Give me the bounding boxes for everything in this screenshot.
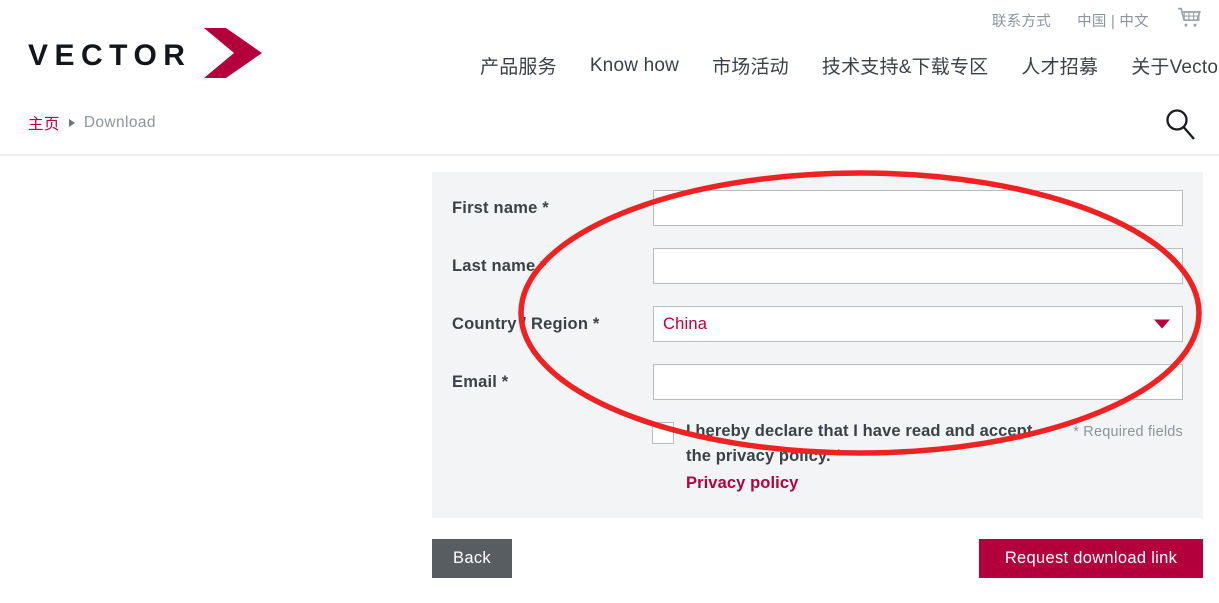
locale-switcher[interactable]: 中国 | 中文	[1077, 10, 1149, 31]
triangle-right-icon	[68, 119, 75, 127]
nav-item-about-vector[interactable]: 关于Vector	[1131, 52, 1219, 79]
privacy-consent-text: I hereby declare that I have read and ac…	[686, 422, 1033, 465]
header-divider	[0, 154, 1219, 156]
breadcrumb-current: Download	[83, 114, 156, 131]
search-icon[interactable]	[1163, 106, 1199, 149]
breadcrumb-row: 主页 Download	[0, 104, 1219, 152]
first-name-label: First name *	[452, 198, 549, 217]
breadcrumb-home-link[interactable]: 主页	[28, 112, 60, 134]
last-name-label: Last name *	[452, 256, 547, 275]
form-row-country: Country / Region * China	[432, 306, 1203, 342]
country-region-value: China	[663, 314, 708, 333]
country-region-label: Country / Region *	[452, 314, 600, 333]
request-download-link-button[interactable]: Request download link	[979, 539, 1203, 578]
first-name-input[interactable]	[653, 190, 1183, 226]
nav-item-knowhow[interactable]: Know how	[590, 55, 679, 77]
email-label: Email *	[452, 372, 509, 391]
shopping-cart-icon[interactable]	[1177, 7, 1203, 34]
download-request-form: First name * Last name * Country / Regio…	[432, 172, 1203, 518]
form-row-email: Email *	[432, 364, 1203, 400]
vector-logo[interactable]: VECTOR	[28, 28, 263, 83]
vector-arrow-icon	[204, 28, 263, 83]
download-request-page: 联系方式 中国 | 中文 VECTOR 产品服务 Know how 市场活动 技…	[0, 0, 1219, 603]
nav-item-events[interactable]: 市场活动	[712, 52, 789, 79]
form-row-last-name: Last name *	[432, 248, 1203, 284]
contact-link[interactable]: 联系方式	[992, 10, 1051, 31]
email-input[interactable]	[653, 364, 1183, 400]
main-navigation: 产品服务 Know how 市场活动 技术支持&下载专区 人才招募 关于Vect…	[480, 52, 1219, 79]
back-button[interactable]: Back	[432, 539, 512, 578]
required-fields-note: * Required fields	[1073, 424, 1183, 440]
privacy-policy-link[interactable]: Privacy policy	[686, 474, 798, 493]
last-name-input[interactable]	[653, 248, 1183, 284]
nav-item-careers[interactable]: 人才招募	[1021, 52, 1098, 79]
nav-item-support-download[interactable]: 技术支持&下载专区	[822, 52, 988, 79]
logo-wordmark: VECTOR	[28, 38, 192, 72]
form-row-first-name: First name *	[432, 190, 1203, 226]
breadcrumb: 主页 Download	[28, 112, 156, 134]
country-region-select[interactable]: China	[653, 306, 1183, 342]
privacy-consent-checkbox[interactable]	[652, 422, 674, 444]
chevron-down-icon	[1154, 319, 1170, 329]
nav-item-products[interactable]: 产品服务	[480, 52, 557, 79]
